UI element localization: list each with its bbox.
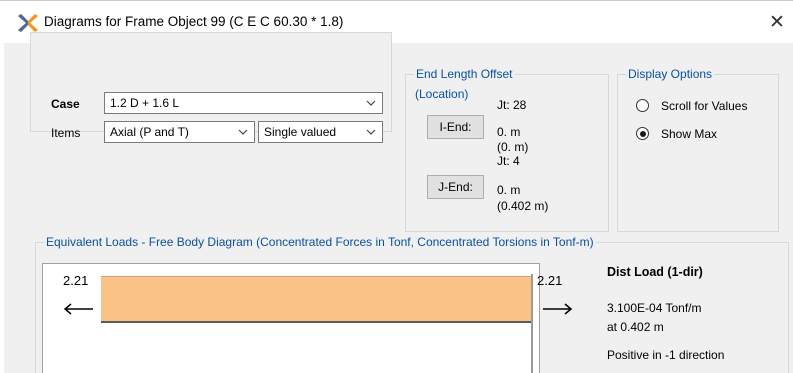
chevron-down-icon bbox=[366, 129, 376, 135]
display-options-title: Display Options bbox=[626, 67, 715, 81]
arrow-right-icon bbox=[543, 303, 573, 315]
display-options-group: Display Options bbox=[617, 67, 779, 232]
window-title: Diagrams for Frame Object 99 (C E C 60.3… bbox=[44, 14, 344, 29]
case-label: Case bbox=[51, 97, 80, 111]
items-select[interactable]: Axial (P and T) bbox=[104, 121, 255, 143]
sap2000-app-icon bbox=[18, 14, 38, 32]
items-label: Items bbox=[51, 126, 81, 140]
valued-select[interactable]: Single valued bbox=[258, 121, 383, 143]
dist-load-location: at 0.402 m bbox=[607, 320, 664, 334]
show-max-radio[interactable] bbox=[636, 127, 649, 140]
beam-end-line bbox=[531, 274, 533, 373]
valued-select-value: Single valued bbox=[264, 125, 337, 139]
items-select-value: Axial (P and T) bbox=[110, 125, 189, 139]
i-end-button[interactable]: I-End: bbox=[427, 115, 484, 139]
j-end-joint: Jt: 4 bbox=[497, 154, 520, 168]
i-end-joint: Jt: 28 bbox=[497, 98, 527, 112]
frame-beam bbox=[101, 321, 531, 323]
case-select[interactable]: 1.2 D + 1.6 L bbox=[104, 92, 383, 114]
diagram-window: Diagrams for Frame Object 99 (C E C 60.3… bbox=[0, 0, 793, 373]
dist-load-direction: Positive in -1 direction bbox=[607, 348, 725, 362]
arrow-left-icon bbox=[63, 303, 93, 315]
i-end-offset: 0. m bbox=[497, 125, 521, 139]
equivalent-loads-title: Equivalent Loads - Free Body Diagram (Co… bbox=[44, 235, 596, 249]
scroll-values-radio[interactable] bbox=[636, 99, 649, 112]
close-icon: ✕ bbox=[769, 12, 785, 33]
chevron-down-icon bbox=[366, 100, 376, 106]
j-end-location: (0.402 m) bbox=[497, 199, 549, 213]
location-label: (Location) bbox=[415, 87, 469, 101]
j-end-button[interactable]: J-End: bbox=[427, 175, 484, 199]
j-end-offset: 0. m bbox=[497, 183, 521, 197]
case-panel bbox=[30, 32, 392, 132]
distributed-load-bar bbox=[101, 276, 531, 322]
scroll-values-label[interactable]: Scroll for Values bbox=[661, 99, 747, 113]
dist-load-title: Dist Load (1-dir) bbox=[607, 265, 703, 279]
case-select-value: 1.2 D + 1.6 L bbox=[110, 96, 180, 110]
close-button[interactable]: ✕ bbox=[764, 10, 790, 36]
dist-load-value: 3.100E-04 Tonf/m bbox=[607, 301, 702, 315]
show-max-label[interactable]: Show Max bbox=[661, 127, 717, 141]
chevron-down-icon bbox=[238, 129, 248, 135]
end-length-offset-title: End Length Offset bbox=[414, 67, 515, 81]
right-force-value: 2.21 bbox=[537, 273, 563, 288]
i-end-location: (0. m) bbox=[497, 140, 529, 154]
left-force-value: 2.21 bbox=[63, 273, 89, 288]
